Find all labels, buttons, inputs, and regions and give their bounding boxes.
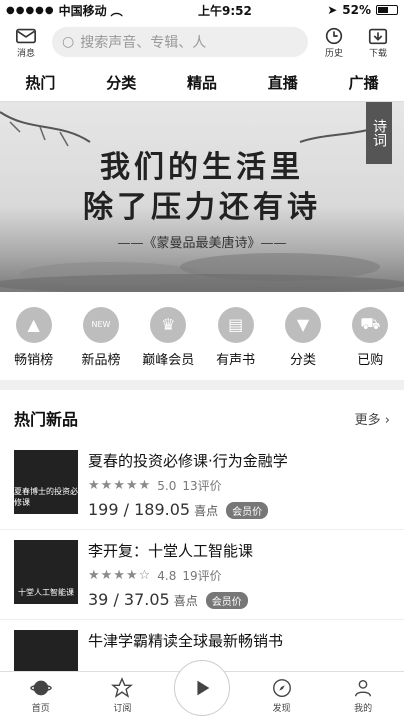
- clock-icon: [325, 27, 343, 44]
- item-price: 39 / 37.05: [88, 590, 170, 609]
- battery-icon: [375, 5, 398, 15]
- star-rating-icon: ★★★★☆: [88, 568, 152, 583]
- history-button[interactable]: 历史: [316, 26, 352, 59]
- location-icon: ➤: [327, 3, 338, 17]
- status-time: 上午9:52: [198, 3, 252, 18]
- section-title: 热门新品: [14, 410, 79, 429]
- star-icon: [111, 677, 134, 698]
- category-label: 巅峰会员: [142, 352, 195, 368]
- carrier-label: 中国移动: [58, 3, 107, 18]
- album-cover: 十堂人工智能课: [14, 540, 78, 604]
- nav-home-label: 首页: [31, 704, 50, 714]
- nav-home[interactable]: 首页: [11, 677, 71, 714]
- tab-bar: 热门 分类 精品 直播 广播: [0, 64, 404, 102]
- play-button[interactable]: [173, 659, 230, 716]
- promo-banner[interactable]: 我们的生活里 除了压力还有诗 ——《蒙曼品最美唐诗》—— 诗词: [0, 102, 404, 292]
- nav-discover[interactable]: 发现: [252, 677, 312, 714]
- tab-radio[interactable]: 广播: [343, 72, 385, 93]
- category-label: 畅销榜: [14, 352, 54, 368]
- history-label: 历史: [324, 48, 343, 59]
- category-audiobook[interactable]: ▤ 有声书: [206, 306, 266, 368]
- item-title: 夏春的投资必修课·行为金融学: [88, 452, 288, 470]
- bottom-nav: 首页 订阅 发现 我的: [0, 659, 404, 719]
- album-cover: 夏春博士的投资必修课: [14, 450, 78, 514]
- download-button[interactable]: 下载: [360, 26, 396, 59]
- item-title: 牛津学霸精读全球最新畅销书: [88, 632, 284, 650]
- category-classify[interactable]: ▼ 分类: [273, 306, 333, 368]
- search-icon: ○: [62, 34, 75, 50]
- category-label: 有声书: [216, 352, 256, 368]
- new-badge-icon: NEW: [82, 306, 119, 343]
- category-label: 新品榜: [81, 352, 121, 368]
- item-score: 4.8: [157, 568, 177, 583]
- search-placeholder: 搜索声音、专辑、人: [80, 35, 207, 51]
- list-item[interactable]: 十堂人工智能课 李开复：十堂人工智能课 ★★★★☆ 4.8 19评价 39 / …: [0, 530, 404, 620]
- category-row: ▲ 畅销榜 NEW 新品榜 ♛ 巅峰会员 ▤ 有声书 ▼ 分类 ⛟ 已购: [0, 292, 404, 372]
- star-rating-icon: ★★★★★: [88, 478, 152, 493]
- cart-icon: ⛟: [352, 306, 389, 343]
- download-label: 下载: [368, 48, 387, 59]
- status-bar: ●●●●● 中国移动 ︵ 上午9:52 ➤ 52%: [0, 0, 404, 20]
- messages-button[interactable]: 消息: [8, 26, 44, 59]
- nav-mine-label: 我的: [354, 704, 373, 714]
- messages-label: 消息: [16, 48, 35, 59]
- chevron-right-icon: ›: [384, 412, 390, 428]
- banner-title-line1: 我们的生活里: [100, 150, 304, 185]
- user-icon: [355, 679, 372, 697]
- list-item[interactable]: 夏春博士的投资必修课 夏春的投资必修课·行为金融学 ★★★★★ 5.0 13评价…: [0, 440, 404, 530]
- rocket-icon: ▲: [15, 306, 52, 343]
- search-input[interactable]: ○ 搜索声音、专辑、人: [52, 27, 308, 57]
- tab-category[interactable]: 分类: [100, 72, 142, 93]
- item-title: 李开复：十堂人工智能课: [88, 542, 254, 560]
- banner-subtitle: ——《蒙曼品最美唐诗》——: [117, 236, 287, 251]
- nav-discover-label: 发现: [272, 704, 291, 714]
- category-bestseller[interactable]: ▲ 畅销榜: [4, 306, 64, 368]
- book-icon: ▤: [217, 306, 254, 343]
- nav-subscribe-label: 订阅: [113, 704, 132, 714]
- signal-icon: ●●●●●: [6, 4, 55, 16]
- item-reviews: 19评价: [182, 569, 222, 583]
- download-icon: [368, 28, 388, 44]
- filter-icon: ▼: [284, 306, 321, 343]
- compass-icon: [272, 679, 291, 697]
- category-vip[interactable]: ♛ 巅峰会员: [138, 306, 198, 368]
- item-price: 199 / 189.05: [88, 500, 191, 519]
- item-reviews: 13评价: [182, 479, 222, 493]
- nav-subscribe[interactable]: 订阅: [92, 677, 152, 714]
- vip-badge: 会员价: [205, 592, 248, 609]
- more-label: 更多: [354, 412, 381, 428]
- planet-icon: [30, 680, 52, 696]
- crown-icon: ♛: [150, 306, 187, 343]
- mail-icon: [16, 28, 36, 43]
- category-new[interactable]: NEW 新品榜: [71, 306, 131, 368]
- tab-hot[interactable]: 热门: [19, 72, 61, 93]
- tab-premium[interactable]: 精品: [181, 72, 223, 93]
- item-score: 5.0: [157, 478, 177, 493]
- play-icon: [197, 680, 210, 695]
- category-label: 分类: [289, 352, 316, 368]
- battery-percent: 52%: [342, 3, 371, 17]
- category-label: 已购: [357, 352, 384, 368]
- divider: [0, 380, 404, 390]
- item-unit: 喜点: [194, 504, 219, 518]
- banner-tag: 诗词: [366, 102, 392, 164]
- item-unit: 喜点: [173, 594, 198, 608]
- section-header: 热门新品 更多 ›: [0, 390, 404, 440]
- nav-mine[interactable]: 我的: [333, 677, 393, 714]
- top-header: 消息 ○ 搜索声音、专辑、人 历史 下载: [0, 20, 404, 64]
- vip-badge: 会员价: [226, 502, 269, 519]
- category-purchased[interactable]: ⛟ 已购: [340, 306, 400, 368]
- more-link[interactable]: 更多 ›: [355, 409, 390, 428]
- banner-title-line2: 除了压力还有诗: [83, 190, 321, 225]
- wifi-icon: ︵: [110, 3, 123, 18]
- tab-live[interactable]: 直播: [262, 72, 304, 93]
